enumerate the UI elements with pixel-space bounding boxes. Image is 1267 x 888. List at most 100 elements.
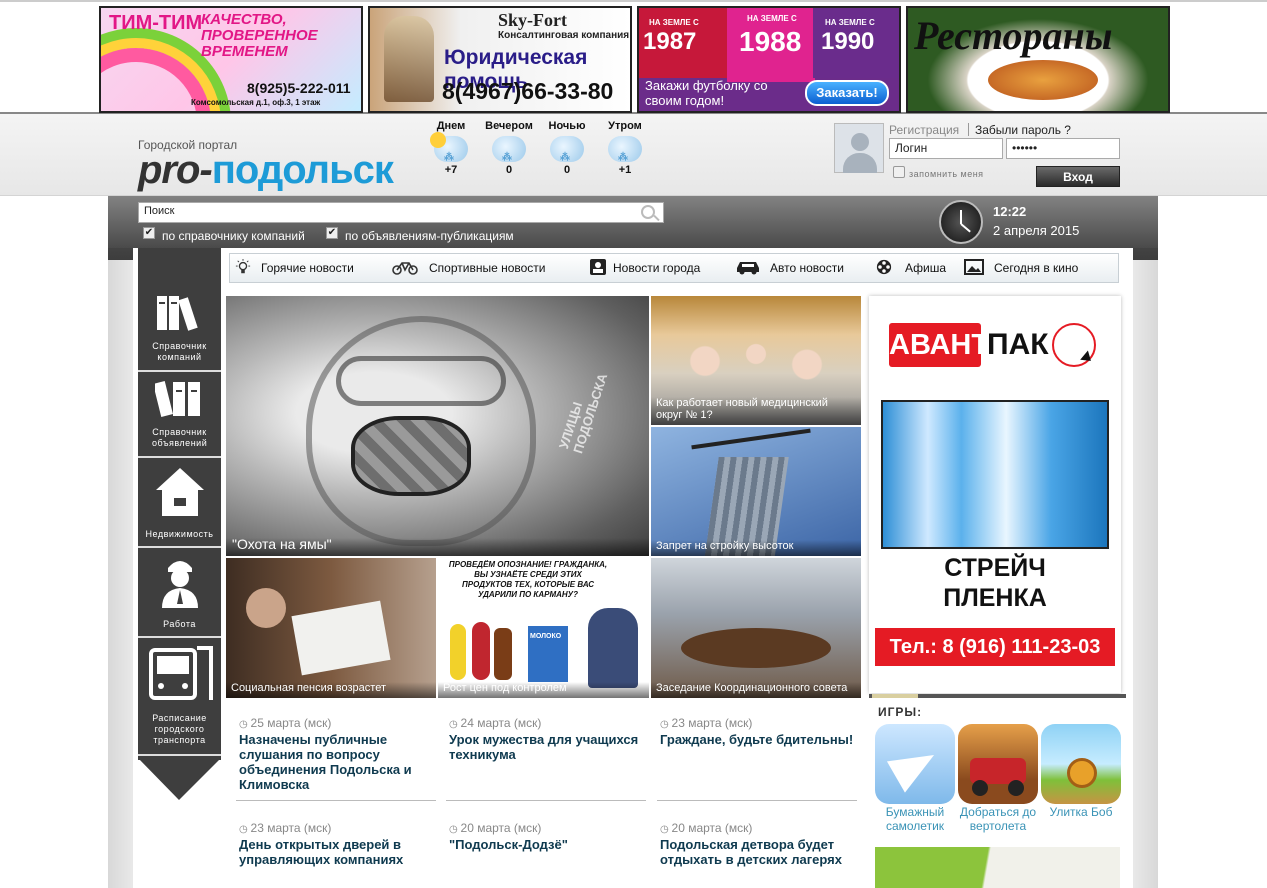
search-ads-checkbox[interactable]: ✔ (326, 227, 338, 239)
paper-plane-icon[interactable] (875, 724, 955, 804)
category-afisha[interactable]: Афиша (905, 261, 946, 275)
category-hot-news[interactable]: Горячие новости (261, 261, 354, 275)
news-tile-prices[interactable]: ПРОВЕДЁМ ОПОЗНАНИЕ! ГРАЖДАНКА, ВЫ УЗНАЁТ… (438, 558, 649, 698)
forgot-password-link[interactable]: Забыли пароль ? (975, 123, 1071, 137)
remember-me-label: запомнить меня (909, 169, 984, 179)
bread-art (494, 628, 512, 680)
game-snail-bob[interactable]: Улитка Боб (1041, 724, 1121, 819)
login-button[interactable]: Вход (1036, 166, 1120, 187)
news-tile-highrise[interactable]: Запрет на стройку высоток (651, 427, 861, 556)
news-date: 25 марта (мск) (239, 716, 439, 730)
snow-cloud-icon (550, 136, 584, 163)
news-date: 20 марта (мск) (449, 821, 649, 835)
game-helicopter[interactable]: Добраться до вертолета (958, 724, 1038, 833)
person-art (246, 588, 286, 628)
sidebar-item-label: Справочник компаний (152, 341, 207, 362)
street-sign-text: УЛИЦЫ ПОДОЛЬСКА (556, 371, 611, 456)
sidebar-arrow (138, 758, 221, 800)
audience-art (671, 326, 841, 396)
news-date: 20 марта (мск) (660, 821, 860, 835)
plate-food-art (988, 60, 1098, 100)
shirt-2-year: 1988 (739, 26, 802, 57)
password-field[interactable]: •••••• (1006, 138, 1120, 159)
search-companies-label: по справочнику компаний (162, 229, 305, 243)
game-paper-plane[interactable]: Бумажный самолетик (875, 724, 955, 833)
user-avatar (834, 123, 884, 173)
sidebar-item-realty[interactable]: Недвижимость (138, 464, 221, 548)
banner-tshirts[interactable]: НА ЗЕМЛЕ С 1987 НА ЗЕМЛЕ С 1988 НА ЗЕМЛЕ… (637, 6, 901, 113)
sidebar-item-transport[interactable]: Расписание городского транспорта (138, 644, 221, 756)
sidebar-item-ads[interactable]: Справочник объявлений (138, 378, 221, 458)
news-item[interactable]: 23 марта (мск) Граждане, будьте бдительн… (660, 716, 860, 747)
category-auto-news[interactable]: Авто новости (770, 261, 844, 275)
ad-phone: Тел.: 8 (916) 111-23-03 (875, 628, 1115, 666)
category-sport-news[interactable]: Спортивные новости (429, 261, 546, 275)
news-item[interactable]: 23 марта (мск) День открытых дверей в уп… (239, 821, 439, 867)
news-date: 23 марта (мск) (660, 716, 860, 730)
news-item[interactable]: 25 марта (мск) Назначены публичные слуша… (239, 716, 439, 792)
timtim-phone: 8(925)5-222-011 (247, 80, 351, 96)
sidebar-item-label: Справочник объявлений (152, 427, 208, 448)
tshirt-order-button[interactable]: Заказать! (805, 80, 889, 106)
category-city-news[interactable]: Новости города (613, 261, 700, 275)
game-label[interactable]: Бумажный самолетик (875, 805, 955, 833)
crane-art (691, 428, 811, 450)
sidebar-item-companies[interactable]: Справочник компаний (138, 292, 221, 372)
banana-art (450, 624, 466, 680)
ad-brand-text: ПАК (987, 328, 1049, 361)
news-tile-council[interactable]: Заседание Координационного совета (651, 558, 861, 698)
glasses-art (336, 356, 506, 406)
banner-skyfort[interactable]: Sky-Fort Консалтинговая компания Юридиче… (368, 6, 632, 113)
news-date: 23 марта (мск) (239, 821, 439, 835)
news-title[interactable]: Граждане, будьте бдительны! (660, 732, 860, 747)
news-title[interactable]: Назначены публичные слушания по вопросу … (239, 732, 424, 792)
news-date: 24 марта (мск) (449, 716, 649, 730)
news-tile-medical[interactable]: Как работает новый медицинский округ № 1… (651, 296, 861, 425)
news-title[interactable]: "Подольск-Додзё" (449, 837, 649, 852)
worker-icon (161, 561, 198, 608)
divider (446, 800, 646, 801)
search-input[interactable]: Поиск (138, 202, 664, 223)
sidebar-item-jobs[interactable]: Работа (138, 554, 221, 638)
search-icon[interactable] (641, 205, 655, 219)
news-title[interactable]: Подольская детвора будет отдыхать в детс… (660, 837, 860, 867)
news-item[interactable]: 20 марта (мск) Подольская детвора будет … (660, 821, 860, 867)
paper-art (291, 600, 391, 676)
news-tile-potholes[interactable]: УЛИЦЫ ПОДОЛЬСКА "Охота на ямы" (226, 296, 649, 556)
games-title: ИГРЫ: (878, 705, 923, 719)
shirt-3-label: НА ЗЕМЛЕ С (825, 18, 875, 27)
shirt-1-label: НА ЗЕМЛЕ С (649, 18, 699, 27)
category-cinema[interactable]: Сегодня в кино (994, 261, 1078, 275)
shirt-2-label: НА ЗЕМЛЕ С (747, 14, 797, 23)
shirt-3-year: 1990 (821, 28, 875, 55)
news-tile-pension[interactable]: Социальная пенсия возрастет (226, 558, 436, 698)
banner-restaurants[interactable]: Рестораны (906, 6, 1170, 113)
news-title[interactable]: День открытых дверей в управляющих компа… (239, 837, 424, 867)
tile-caption: Заседание Координационного совета (651, 682, 861, 698)
timtim-title: ТИМ-ТИМ (109, 12, 203, 34)
news-item[interactable]: 20 марта (мск) "Подольск-Додзё" (449, 821, 649, 852)
car-icon (737, 262, 759, 275)
search-companies-checkbox[interactable]: ✔ (143, 227, 155, 239)
picture-icon (964, 259, 984, 275)
tile-caption: "Охота на ямы" (226, 537, 649, 556)
remember-me-checkbox[interactable] (893, 166, 905, 178)
game-label[interactable]: Улитка Боб (1041, 805, 1121, 819)
policeman-art (588, 608, 638, 688)
timtim-slogan: КАЧЕСТВО, ПРОВЕРЕННОЕ ВРЕМЕНЕМ (201, 11, 318, 60)
bottom-ad-banner[interactable] (875, 847, 1120, 888)
cloud-icon (492, 136, 526, 163)
site-logo[interactable]: pro-подольск (138, 148, 394, 193)
comic-speech-text: ПРОВЕДЁМ ОПОЗНАНИЕ! ГРАЖДАНКА, ВЫ УЗНАЁТ… (448, 560, 608, 599)
table-art (681, 628, 831, 668)
snail-icon[interactable] (1041, 724, 1121, 804)
sidebar-item-label: Расписание городского транспорта (152, 713, 207, 745)
jeep-icon[interactable] (958, 724, 1038, 804)
tile-caption: Рост цен под контролем (438, 682, 649, 698)
login-field[interactable]: Логин (889, 138, 1003, 159)
game-label[interactable]: Добраться до вертолета (958, 805, 1038, 833)
banner-timtim[interactable]: ТИМ-ТИМ КАЧЕСТВО, ПРОВЕРЕННОЕ ВРЕМЕНЕМ 8… (99, 6, 363, 113)
register-link[interactable]: Регистрация (889, 123, 959, 137)
news-title[interactable]: Урок мужества для учащихся техникума (449, 732, 649, 762)
news-item[interactable]: 24 марта (мск) Урок мужества для учащихс… (449, 716, 649, 762)
